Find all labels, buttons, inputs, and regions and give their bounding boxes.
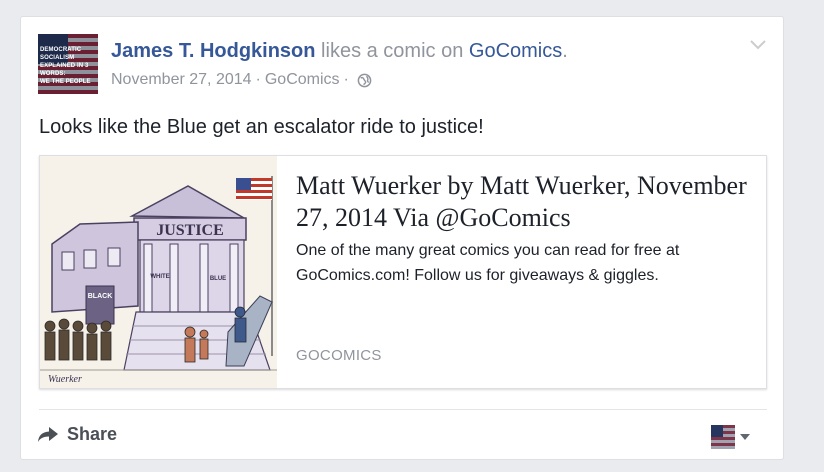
avatar-caption: Democratic Socialism Explained in 3 Word… (40, 47, 91, 85)
globe-icon[interactable] (357, 73, 372, 88)
post-header: James T. Hodgkinson likes a comic on GoC… (111, 39, 568, 63)
audience-selector[interactable] (711, 425, 751, 449)
viewer-avatar (711, 425, 735, 449)
post-source[interactable]: GoComics (265, 70, 340, 90)
meta-separator: · (343, 71, 349, 88)
action-text: likes a comic on (315, 40, 469, 62)
preview-title[interactable]: Matt Wuerker by Matt Wuerker, November 2… (296, 170, 756, 234)
link-preview[interactable]: JUSTICE BLACK WHITE BLUE Wuerker Matt Wu… (39, 155, 767, 389)
share-button[interactable]: Share (37, 419, 117, 449)
flag-drawing (236, 178, 272, 200)
preview-domain: GOCOMICS (296, 347, 382, 364)
door-label-black: BLACK (88, 293, 113, 300)
actions-divider (39, 409, 767, 410)
profile-avatar[interactable]: Democratic Socialism Explained in 3 Word… (38, 34, 98, 94)
artist-signature: Wuerker (48, 374, 82, 385)
door-label-white: WHITE (150, 274, 169, 280)
door-label-blue: BLUE (210, 276, 226, 282)
action-suffix: . (562, 40, 568, 62)
page-link[interactable]: GoComics (469, 40, 562, 62)
share-arrow-icon (38, 427, 58, 442)
share-label: Share (67, 423, 118, 444)
author-name-link[interactable]: James T. Hodgkinson (111, 40, 316, 62)
post-card: Democratic Socialism Explained in 3 Word… (20, 16, 784, 460)
justice-sign: JUSTICE (156, 222, 224, 239)
comic-image[interactable]: JUSTICE BLACK WHITE BLUE Wuerker (40, 156, 277, 388)
dropdown-caret-icon (740, 434, 750, 440)
post-meta: November 27, 2014 · GoComics · (111, 70, 372, 90)
comic-illustration: JUSTICE BLACK WHITE BLUE Wuerker (40, 156, 277, 388)
post-body-text: Looks like the Blue get an escalator rid… (39, 116, 484, 138)
preview-description: One of the many great comics you can rea… (296, 242, 680, 284)
meta-separator: · (255, 71, 261, 88)
post-timestamp[interactable]: November 27, 2014 (111, 70, 252, 90)
chevron-down-icon[interactable] (749, 39, 767, 51)
